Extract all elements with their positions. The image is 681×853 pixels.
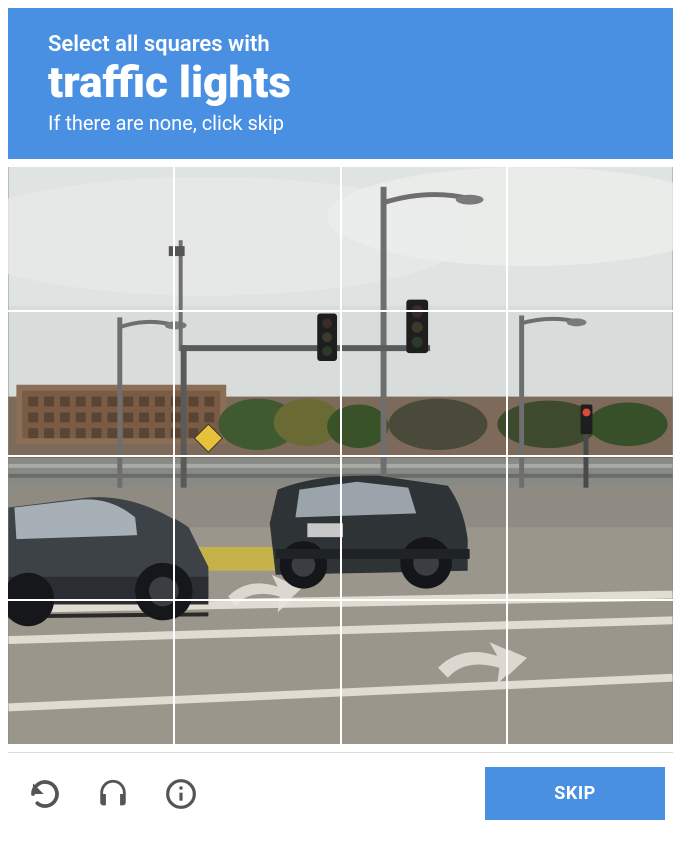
grid-tile-1-0[interactable] [8,312,173,455]
reload-icon[interactable] [28,777,62,811]
headphones-icon[interactable] [96,777,130,811]
grid-tile-1-2[interactable] [342,312,507,455]
grid-tile-2-3[interactable] [508,457,673,600]
grid-tile-3-2[interactable] [342,601,507,744]
instruction-target: traffic lights [48,59,633,105]
instruction-line-1: Select all squares with [48,32,633,57]
info-icon[interactable] [164,777,198,811]
grid-tile-3-0[interactable] [8,601,173,744]
grid-tile-2-0[interactable] [8,457,173,600]
grid-tile-0-1[interactable] [175,167,340,310]
captcha-challenge: Select all squares with traffic lights I… [0,0,681,836]
footer-controls [16,777,198,811]
captcha-header: Select all squares with traffic lights I… [8,8,673,159]
grid-tile-1-1[interactable] [175,312,340,455]
grid-tile-1-3[interactable] [508,312,673,455]
grid-tile-3-3[interactable] [508,601,673,744]
grid-tile-2-2[interactable] [342,457,507,600]
grid-tile-3-1[interactable] [175,601,340,744]
grid-tile-0-2[interactable] [342,167,507,310]
grid-tile-0-3[interactable] [508,167,673,310]
image-grid [8,167,673,744]
captcha-footer: SKIP [8,752,673,828]
skip-button[interactable]: SKIP [485,767,665,820]
grid-tile-2-1[interactable] [175,457,340,600]
instruction-line-3: If there are none, click skip [48,111,633,135]
grid-tile-0-0[interactable] [8,167,173,310]
